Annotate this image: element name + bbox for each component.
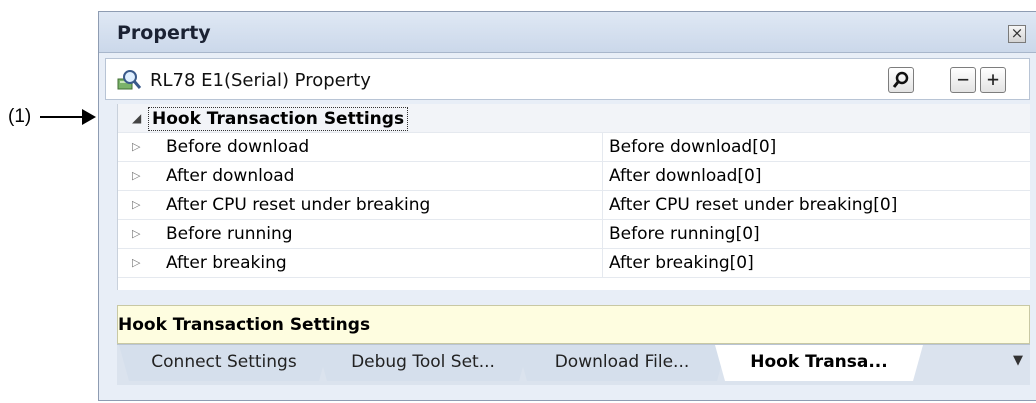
callout-arrow-icon [40,109,96,125]
search-button[interactable] [888,67,914,93]
tab-label: Connect Settings [151,352,297,372]
callout-label: (1) [8,106,32,127]
property-toolbar: RL78 E1(Serial) Property − + [105,58,1030,100]
panel-title: Property [117,22,211,44]
tab-list-menu-icon[interactable]: ▼ [1010,353,1026,373]
property-value[interactable]: Before download[0] [609,137,776,157]
triangle-down-icon[interactable]: ◢ [132,111,144,125]
callout-annotation: (1) [0,104,100,130]
property-magnifier-icon [117,70,142,90]
property-value[interactable]: Before running[0] [609,224,760,244]
property-panel: Property × RL78 E1(Serial) Property − + … [98,11,1036,401]
property-name: Before running [166,224,293,244]
property-row[interactable]: ▷ After breaking After breaking[0] [118,249,1030,278]
property-target-title: RL78 E1(Serial) Property [150,70,371,91]
collapse-all-button[interactable]: − [950,67,976,93]
tab-label: Debug Tool Set... [351,352,495,372]
property-name: After download [166,166,295,186]
category-row[interactable]: ◢ Hook Transaction Settings [118,104,1030,133]
tab-download-file-settings[interactable]: Download File... [517,345,727,381]
expand-all-button[interactable]: + [980,67,1006,93]
triangle-right-icon[interactable]: ▷ [132,169,144,183]
property-name: Before download [166,137,310,157]
panel-titlebar: Property × [99,12,1036,53]
description-text: Hook Transaction Settings [118,315,371,335]
property-value[interactable]: After breaking[0] [609,253,754,273]
search-icon [892,71,909,88]
triangle-right-icon[interactable]: ▷ [132,140,144,154]
description-panel: Hook Transaction Settings [117,305,1030,344]
close-icon[interactable]: × [1008,25,1026,43]
tab-label: Hook Transa... [750,352,888,372]
tab-hook-transaction-settings[interactable]: Hook Transa... [715,345,923,381]
tab-connect-settings[interactable]: Connect Settings [119,345,329,381]
property-row[interactable]: ▷ After download After download[0] [118,162,1030,191]
property-name: After breaking [166,253,287,273]
triangle-right-icon[interactable]: ▷ [132,227,144,241]
triangle-right-icon[interactable]: ▷ [132,198,144,212]
property-row[interactable]: ▷ Before running Before running[0] [118,220,1030,249]
tab-debug-tool-settings[interactable]: Debug Tool Set... [317,345,529,381]
category-label: Hook Transaction Settings [148,107,409,131]
property-row[interactable]: ▷ After CPU reset under breaking After C… [118,191,1030,220]
triangle-right-icon[interactable]: ▷ [132,256,144,270]
property-value[interactable]: After download[0] [609,166,762,186]
property-name: After CPU reset under breaking [166,195,431,215]
tab-bar: Connect Settings Debug Tool Set... Downl… [117,344,1030,385]
tab-label: Download File... [554,352,690,372]
property-value[interactable]: After CPU reset under breaking[0] [609,195,897,215]
property-row[interactable]: ▷ Before download Before download[0] [118,133,1030,162]
property-grid: ◢ Hook Transaction Settings ▷ Before dow… [117,104,1030,290]
